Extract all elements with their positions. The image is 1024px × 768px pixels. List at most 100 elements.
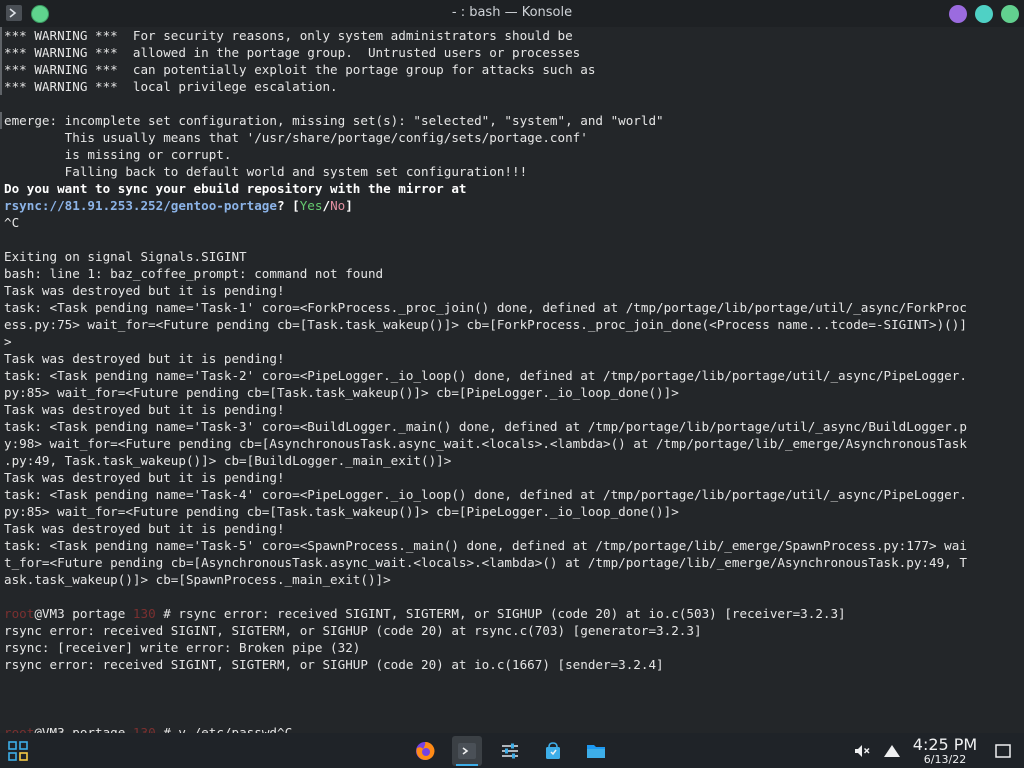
prompt-exit-code: 130 <box>132 606 156 621</box>
scrollback-marker <box>0 27 2 95</box>
terminal-line: bash: line 1: baz_coffee_prompt: command… <box>4 265 1022 282</box>
terminal-line: rsync error: received SIGINT, SIGTERM, o… <box>4 656 1022 673</box>
minimize-button[interactable] <box>949 5 967 23</box>
taskbar-system-settings[interactable] <box>495 736 525 766</box>
show-desktop-icon[interactable] <box>994 742 1012 760</box>
taskbar-konsole[interactable] <box>452 736 482 766</box>
terminal-text: y:98> wait_for=<Future pending cb=[Async… <box>4 436 967 451</box>
terminal-line: is missing or corrupt. <box>4 146 1022 163</box>
firefox-icon <box>416 741 435 760</box>
terminal-line: task: <Task pending name='Task-4' coro=<… <box>4 486 1022 503</box>
terminal-text: ask.task_wakeup()]> cb=[SpawnProcess._ma… <box>4 572 391 587</box>
terminal-line: .py:49, Task.task_wakeup()]> cb=[BuildLo… <box>4 452 1022 469</box>
terminal-line: Exiting on signal Signals.SIGINT <box>4 248 1022 265</box>
terminal-line: Task was destroyed but it is pending! <box>4 350 1022 367</box>
terminal-line: task: <Task pending name='Task-2' coro=<… <box>4 367 1022 384</box>
digital-clock[interactable]: 4:25 PM 6/13/22 <box>905 735 985 766</box>
terminal-line: This usually means that '/usr/share/port… <box>4 129 1022 146</box>
application-launcher-icon[interactable] <box>8 741 28 761</box>
terminal-text: ^C <box>4 215 20 230</box>
terminal-line: py:85> wait_for=<Future pending cb=[Task… <box>4 503 1022 520</box>
terminal-text: This usually means that '/usr/share/port… <box>4 130 588 145</box>
terminal-text: Task was destroyed but it is pending! <box>4 521 285 536</box>
prompt-exit-code: 130 <box>132 725 156 733</box>
terminal-text: *** WARNING *** allowed in the portage g… <box>4 45 581 60</box>
terminal-line: ask.task_wakeup()]> cb=[SpawnProcess._ma… <box>4 571 1022 588</box>
terminal-line: root@VM3 portage 130 # rsync error: rece… <box>4 605 1022 622</box>
terminal-text: *** WARNING *** For security reasons, on… <box>4 28 573 43</box>
discover-store-icon <box>546 742 560 759</box>
window-titlebar[interactable]: - : bash — Konsole <box>0 0 1024 27</box>
network-icon[interactable] <box>883 742 901 760</box>
terminal-lines: *** WARNING *** For security reasons, on… <box>4 27 1022 733</box>
terminal-text: task: <Task pending name='Task-1' coro=<… <box>4 300 967 315</box>
prompt-user: root <box>4 725 35 733</box>
terminal-line: Task was destroyed but it is pending! <box>4 282 1022 299</box>
terminal-text: # v /etc/passwd^C <box>155 725 293 733</box>
terminal-text: @VM3 portage <box>34 606 133 621</box>
terminal-text: Falling back to default world and system… <box>4 164 528 179</box>
terminal-line: task: <Task pending name='Task-1' coro=<… <box>4 299 1022 316</box>
close-button[interactable] <box>1001 5 1019 23</box>
terminal-text: No <box>330 198 346 213</box>
terminal-line: *** WARNING *** local privilege escalati… <box>4 78 1022 95</box>
terminal-line: root@VM3 portage 130 # v /etc/passwd^C <box>4 724 1022 733</box>
terminal-text: / <box>322 198 331 213</box>
terminal-text: rsync error: received SIGINT, SIGTERM, o… <box>4 657 664 672</box>
terminal-text: Task was destroyed but it is pending! <box>4 470 285 485</box>
terminal-line: Task was destroyed but it is pending! <box>4 469 1022 486</box>
terminal-text: Do you want to sync your ebuild reposito… <box>4 181 467 196</box>
mirror-url: rsync://81.91.253.252/gentoo-portage <box>4 198 277 213</box>
terminal-text: @VM3 portage <box>34 725 133 733</box>
terminal-text: *** WARNING *** can potentially exploit … <box>4 62 596 77</box>
terminal-line: *** WARNING *** allowed in the portage g… <box>4 44 1022 61</box>
terminal-text: > <box>4 334 12 349</box>
terminal-line: rsync error: received SIGINT, SIGTERM, o… <box>4 622 1022 639</box>
terminal-line: Do you want to sync your ebuild reposito… <box>4 180 1022 197</box>
terminal-line: Task was destroyed but it is pending! <box>4 520 1022 537</box>
maximize-button[interactable] <box>975 5 993 23</box>
scrollback-marker <box>0 112 2 129</box>
terminal-line: Falling back to default world and system… <box>4 163 1022 180</box>
window-title: - : bash — Konsole <box>451 5 573 20</box>
terminal-text: task: <Task pending name='Task-4' coro=<… <box>4 487 967 502</box>
active-task-indicator <box>456 764 478 766</box>
terminal-text: # rsync error: received SIGINT, SIGTERM,… <box>155 606 846 621</box>
terminal-text: Task was destroyed but it is pending! <box>4 283 285 298</box>
terminal-text: Task was destroyed but it is pending! <box>4 351 285 366</box>
terminal-text: task: <Task pending name='Task-2' coro=<… <box>4 368 967 383</box>
taskbar-discover[interactable] <box>538 736 568 766</box>
konsole-terminal-icon <box>458 743 476 759</box>
terminal-text: Task was destroyed but it is pending! <box>4 402 285 417</box>
terminal-line: t_for=<Future pending cb=[AsynchronousTa… <box>4 554 1022 571</box>
terminal-text: rsync error: received SIGINT, SIGTERM, o… <box>4 623 702 638</box>
clock-date: 6/13/22 <box>923 753 967 766</box>
clock-time: 4:25 PM <box>912 735 978 754</box>
terminal-text: t_for=<Future pending cb=[AsynchronousTa… <box>4 555 967 570</box>
terminal-line: rsync://81.91.253.252/gentoo-portage? [Y… <box>4 197 1022 214</box>
terminal-line: task: <Task pending name='Task-5' coro=<… <box>4 537 1022 554</box>
prompt-user: root <box>4 606 35 621</box>
terminal-line: rsync: [receiver] write error: Broken pi… <box>4 639 1022 656</box>
terminal-line: emerge: incomplete set configuration, mi… <box>4 112 1022 129</box>
taskbar: 4:25 PM 6/13/22 <box>0 733 1024 768</box>
taskbar-firefox[interactable] <box>410 736 440 766</box>
terminal-text: py:85> wait_for=<Future pending cb=[Task… <box>4 504 679 519</box>
terminal-line: *** WARNING *** For security reasons, on… <box>4 27 1022 44</box>
terminal-text: task: <Task pending name='Task-5' coro=<… <box>4 538 967 553</box>
terminal-text: py:85> wait_for=<Future pending cb=[Task… <box>4 385 679 400</box>
terminal-output[interactable]: *** WARNING *** For security reasons, on… <box>0 27 1024 733</box>
terminal-line: Task was destroyed but it is pending! <box>4 401 1022 418</box>
terminal-line: > <box>4 333 1022 350</box>
terminal-line: task: <Task pending name='Task-3' coro=<… <box>4 418 1022 435</box>
terminal-text: rsync: [receiver] write error: Broken pi… <box>4 640 361 655</box>
terminal-text: task: <Task pending name='Task-3' coro=<… <box>4 419 967 434</box>
taskbar-dolphin[interactable] <box>581 736 611 766</box>
system-settings-icon <box>502 743 518 759</box>
terminal-text: Exiting on signal Signals.SIGINT <box>4 249 247 264</box>
terminal-line: y:98> wait_for=<Future pending cb=[Async… <box>4 435 1022 452</box>
speaker-muted-icon[interactable] <box>853 742 871 760</box>
